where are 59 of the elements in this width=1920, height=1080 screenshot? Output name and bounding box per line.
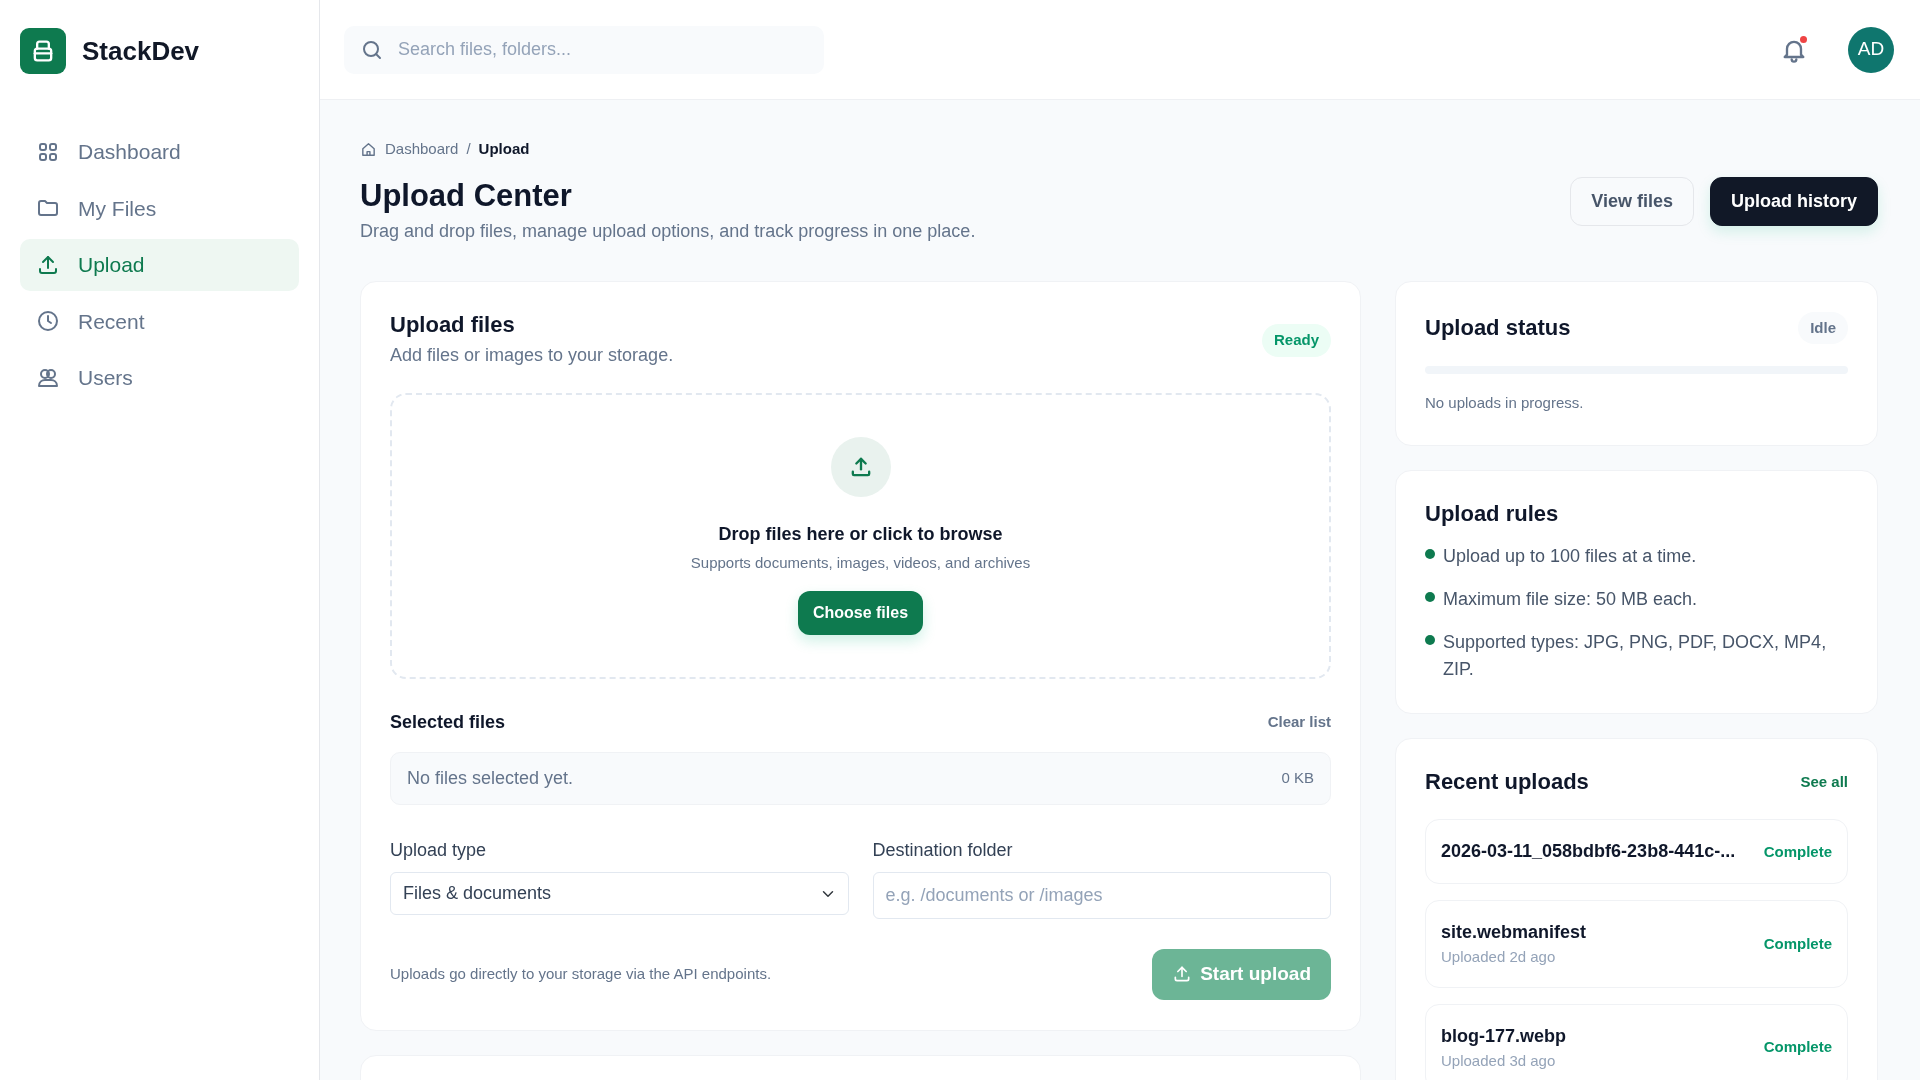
- rule-text: Maximum file size: 50 MB each.: [1443, 588, 1698, 612]
- drop-zone-title: Drop files here or click to browse: [718, 523, 1003, 547]
- page-subtitle: Drag and drop files, manage upload options, and track progress in one place.: [360, 219, 976, 243]
- recent-upload-item[interactable]: site.webmanifest Uploaded 2d ago Complete: [1425, 900, 1848, 988]
- choose-files-button[interactable]: Choose files: [797, 590, 924, 635]
- recent-upload-item[interactable]: 2026-03-11_058bdbf6-23b8-441c-... Complete: [1425, 819, 1848, 885]
- status-badge: Idle: [1798, 311, 1848, 345]
- search-bar[interactable]: Search files, folders...: [344, 25, 824, 74]
- sidebar-item[interactable]: Users: [20, 352, 299, 404]
- upload-note: Uploads go directly to your storage via the API endpoints.: [390, 964, 772, 985]
- user-avatar[interactable]: AD: [1848, 26, 1894, 73]
- breadcrumb-current: Upload: [478, 139, 530, 159]
- status-badge: Ready: [1261, 324, 1331, 357]
- upload-time: Uploaded 2d ago: [1441, 947, 1557, 968]
- card-title: Recent uploads: [1425, 769, 1589, 796]
- card-title: Upload files: [390, 311, 516, 339]
- clock-icon: [36, 309, 60, 334]
- recent-upload-item[interactable]: blog-177.webp Uploaded 3d ago Complete: [1425, 1003, 1848, 1080]
- field-label: Upload type: [390, 839, 488, 863]
- file-name: site.webmanifest: [1441, 921, 1587, 945]
- view-files-button[interactable]: View files: [1570, 176, 1694, 226]
- total-size: 0 KB: [1281, 768, 1314, 789]
- bullet-dot: [1425, 592, 1435, 603]
- upload-type-select[interactable]: Files & documents: [390, 872, 849, 916]
- bullet-dot: [1425, 549, 1435, 560]
- destination-folder-field[interactable]: e.g. /documents or /images: [872, 872, 1331, 920]
- file-name: blog-177.webp: [1441, 1024, 1566, 1048]
- status-message: No uploads in progress.: [1425, 393, 1585, 414]
- upload-history-button[interactable]: Upload history: [1710, 176, 1878, 226]
- brand-name: StackDev: [82, 34, 200, 68]
- logo-icon: [20, 28, 66, 74]
- empty-message: No files selected yet.: [407, 767, 574, 791]
- rule-text: Upload up to 100 files at a time.: [1443, 545, 1697, 569]
- page-title: Upload Center: [360, 176, 573, 214]
- home-icon: [360, 140, 377, 158]
- card-subtitle: Add files or images to your storage.: [390, 344, 674, 368]
- drop-zone-hint: Supports documents, images, videos, and archives: [690, 553, 1031, 574]
- sidebar-item[interactable]: Recent: [20, 295, 299, 347]
- sidebar-item[interactable]: My Files: [20, 182, 299, 234]
- status-label: Complete: [1763, 933, 1832, 954]
- upload-icon: [1172, 964, 1193, 985]
- upload-time: Uploaded 3d ago: [1441, 1050, 1557, 1071]
- section-label: Selected files: [390, 711, 506, 735]
- rule-text: Supported types: JPG, PNG, PDF, DOCX, MP4, ZIP.: [1443, 631, 1828, 682]
- sidebar-item[interactable]: Upload: [20, 239, 299, 291]
- bullet-dot: [1425, 635, 1435, 646]
- search-field[interactable]: Search files, folders...: [396, 35, 808, 64]
- card-title: Upload rules: [1425, 500, 1560, 528]
- see-all-link[interactable]: See all: [1800, 771, 1848, 794]
- breadcrumb-separator: /: [466, 139, 471, 159]
- clear-list-link[interactable]: Clear list: [1267, 711, 1331, 734]
- card-title: Upload status: [1425, 314, 1571, 342]
- breadcrumb-link[interactable]: Dashboard: [385, 138, 459, 161]
- field-label: Destination folder: [872, 839, 1014, 863]
- sidebar-item[interactable]: Dashboard: [20, 126, 299, 178]
- status-label: Complete: [1763, 1037, 1832, 1058]
- drop-zone[interactable]: Drop files here or click to browse Supports documents, images, videos, and archives Choose files: [390, 393, 1331, 680]
- file-name: 2026-03-11_058bdbf6-23b8-441c-...: [1441, 840, 1736, 864]
- status-label: Complete: [1763, 841, 1832, 862]
